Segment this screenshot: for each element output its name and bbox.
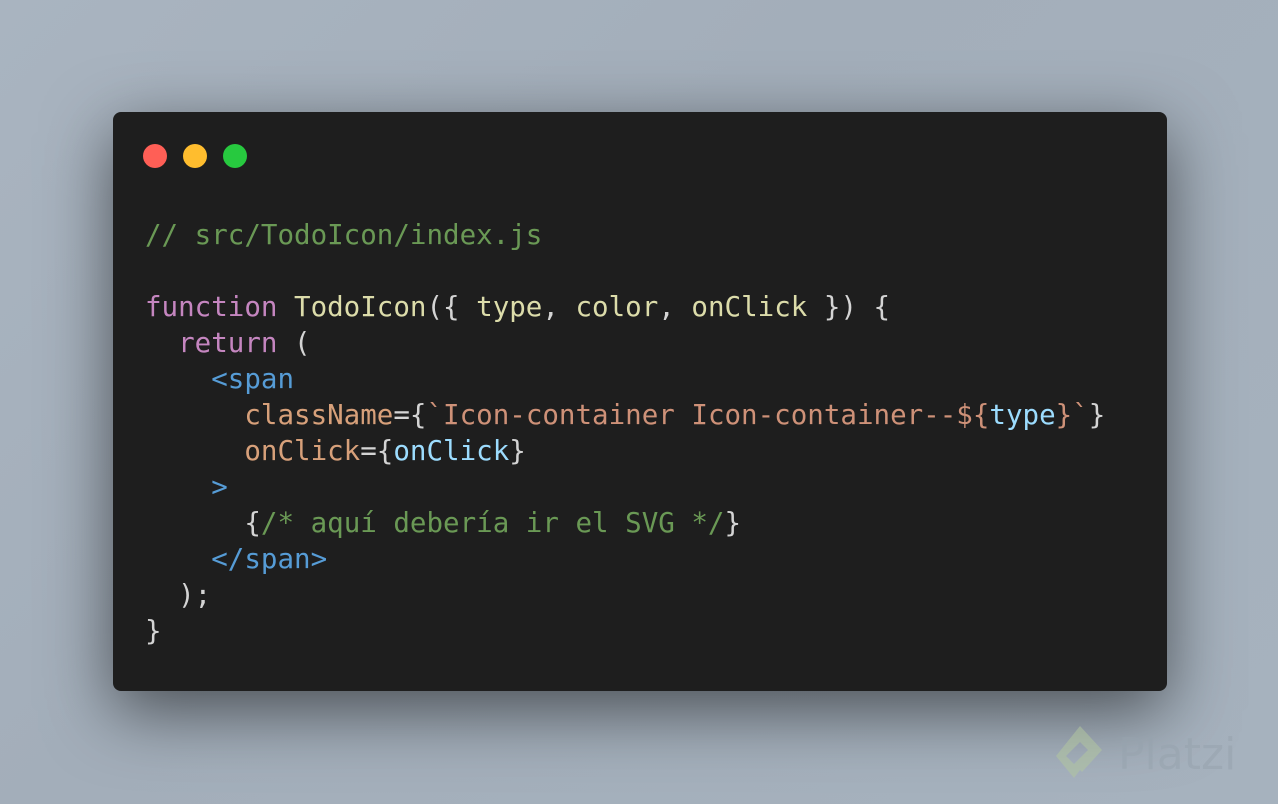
code-token-punct: ( xyxy=(277,327,311,359)
code-token-tag: > xyxy=(211,471,228,503)
code-token-string: ` xyxy=(1072,399,1089,431)
minimize-dot-icon xyxy=(183,144,207,168)
code-token-comment: /* aquí debería ir el SVG */ xyxy=(260,507,725,539)
code-token-punct xyxy=(145,327,178,359)
code-token-punct: , xyxy=(658,291,692,323)
code-token-string: } xyxy=(1055,399,1073,431)
code-line: function TodoIcon({ type, color, onClick… xyxy=(145,289,1105,325)
code-token-punct xyxy=(145,399,244,431)
code-token-tag: <span xyxy=(211,363,295,395)
code-line: ); xyxy=(145,577,1105,613)
code-line: // src/TodoIcon/index.js xyxy=(145,217,1105,253)
code-token-punct: ={ xyxy=(393,399,427,431)
code-token-attr: className xyxy=(244,399,394,431)
code-token-punct xyxy=(277,291,294,323)
code-token-punct xyxy=(145,543,211,575)
code-line: {/* aquí debería ir el SVG */} xyxy=(145,505,1105,541)
code-window: // src/TodoIcon/index.js function TodoIco… xyxy=(113,112,1167,691)
code-token-param: type xyxy=(476,291,543,323)
code-token-punct: }) { xyxy=(807,291,891,323)
code-token-param: onClick xyxy=(691,291,808,323)
code-block: // src/TodoIcon/index.js function TodoIco… xyxy=(145,217,1105,649)
code-line: </span> xyxy=(145,541,1105,577)
close-dot-icon xyxy=(143,144,167,168)
code-token-attr: onClick xyxy=(244,435,361,467)
code-token-punct: } xyxy=(724,507,742,539)
code-line: > xyxy=(145,469,1105,505)
code-token-keyword: function xyxy=(145,291,278,323)
platzi-logo-text: Platzi xyxy=(1118,728,1237,780)
platzi-watermark: Platzi xyxy=(1052,722,1236,786)
code-token-keyword: return xyxy=(178,327,278,359)
code-token-var: onClick xyxy=(393,435,510,467)
code-token-tag: </span> xyxy=(211,543,328,575)
code-token-punct: } xyxy=(145,615,162,647)
code-token-string: `Icon-container Icon-container-- xyxy=(426,399,957,431)
code-line: <span xyxy=(145,361,1105,397)
code-token-punct: ({ xyxy=(426,291,477,323)
maximize-dot-icon xyxy=(223,144,247,168)
code-token-punct xyxy=(145,507,244,539)
code-token-param: color xyxy=(575,291,659,323)
code-line: onClick={onClick} xyxy=(145,433,1105,469)
code-token-punct xyxy=(145,363,211,395)
code-token-punct: } xyxy=(1088,399,1106,431)
code-line: } xyxy=(145,613,1105,649)
code-token-var: type xyxy=(989,399,1056,431)
code-line: className={`Icon-container Icon-containe… xyxy=(145,397,1105,433)
code-token-punct: ={ xyxy=(360,435,394,467)
code-token-func: TodoIcon xyxy=(294,291,427,323)
code-token-punct: ); xyxy=(145,579,212,611)
code-token-punct: } xyxy=(509,435,526,467)
code-token-punct xyxy=(145,471,211,503)
code-token-comment: // src/TodoIcon/index.js xyxy=(145,219,543,251)
code-line: return ( xyxy=(145,325,1105,361)
code-token-punct xyxy=(145,435,244,467)
code-token-punct: { xyxy=(244,507,261,539)
platzi-logo-icon xyxy=(1056,726,1102,778)
code-token-string: ${ xyxy=(956,399,990,431)
code-token-punct: , xyxy=(542,291,576,323)
